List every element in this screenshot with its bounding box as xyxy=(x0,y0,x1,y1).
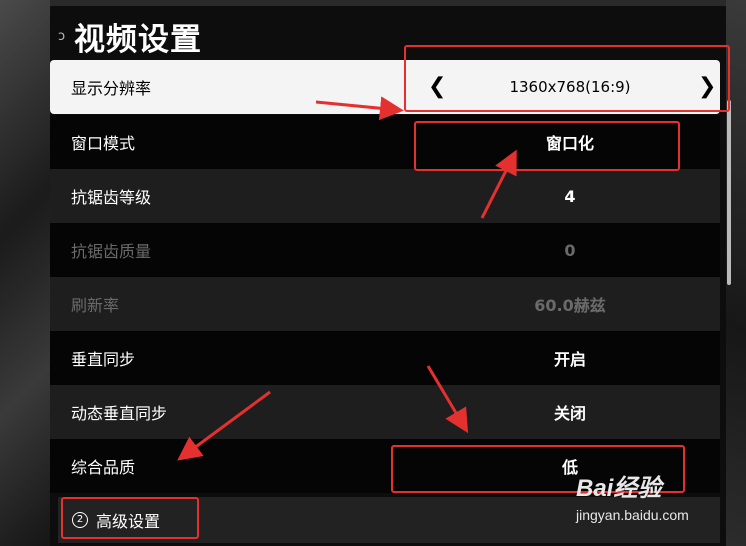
watermark-logo: Bai经验 xyxy=(576,475,662,502)
annotation-arrow xyxy=(480,149,517,219)
annotation-arrow xyxy=(315,96,404,121)
annotation-arrows xyxy=(177,96,517,461)
watermark: Bai经验 jingyan.baidu.com xyxy=(576,468,736,538)
watermark-url: jingyan.baidu.com xyxy=(576,507,689,523)
annotation-arrow xyxy=(177,390,271,461)
annotation-arrow xyxy=(426,365,469,434)
